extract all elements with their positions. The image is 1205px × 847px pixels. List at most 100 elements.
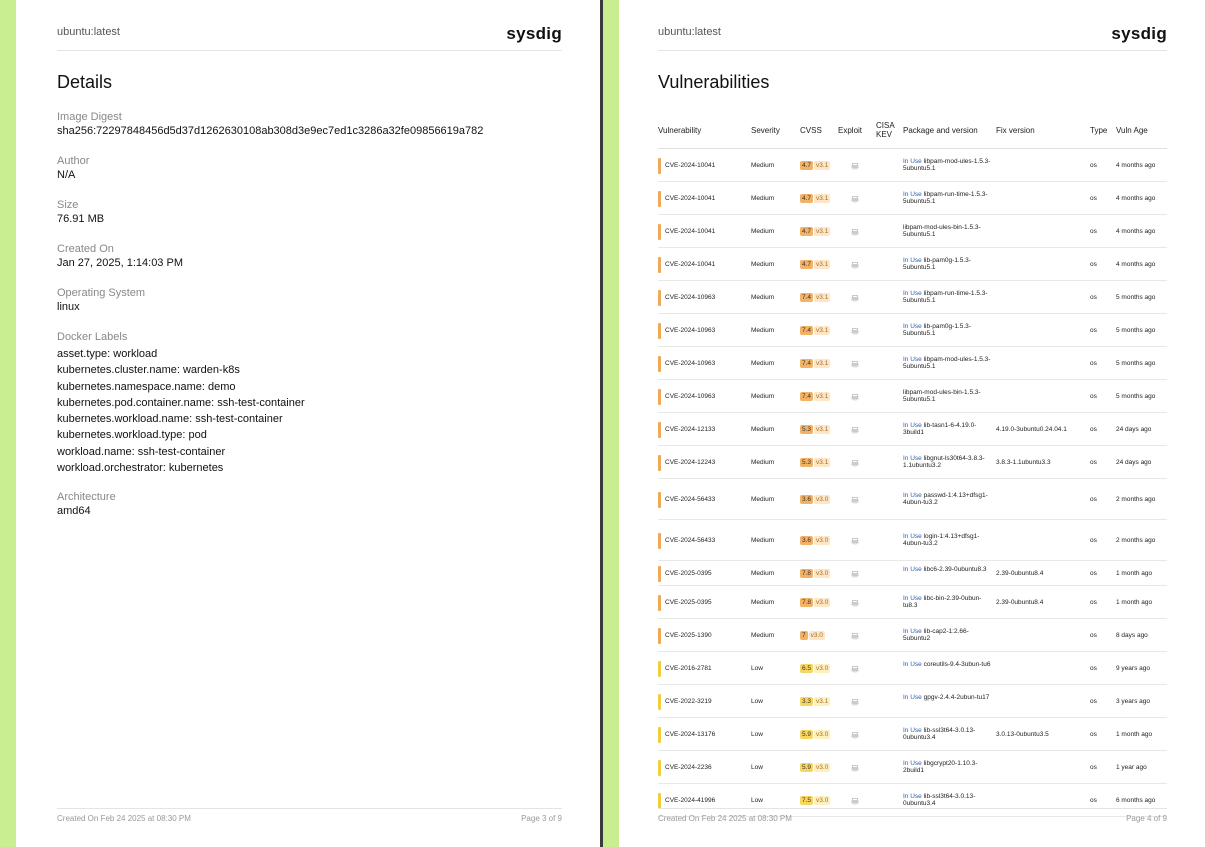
cvss-badge: 6.5 v3.0 [800,663,831,673]
severity-value: Medium [751,359,775,367]
cve-id: CVE-2024-2236 [665,763,712,771]
table-row: CVE-2022-3219 Low 3.3 v3.1 In Use gpgv-2.4.4… [658,685,1167,718]
severity-indicator [658,157,661,174]
field-label: Architecture [57,491,116,504]
cvss-score: 4.7 [800,160,814,170]
docker-label: kubernetes.pod.container.name: ssh-test-… [57,396,305,409]
exploit-icon [851,393,859,400]
exploit-icon [851,327,859,334]
field-label: Author [57,155,90,167]
cve-id: CVE-2024-13176 [665,730,716,738]
package-version: In Use lib-pam0g-1.5.3-5ubuntu5.1 [903,323,995,338]
exploit-icon [851,294,859,301]
severity-value: Medium [751,392,775,400]
in-use-badge: In Use [903,355,922,363]
exploit-icon [851,632,859,639]
cvss-badge: 7.8 v3.0 [800,568,831,578]
field-value: linux [57,301,80,313]
severity-indicator [658,322,661,339]
cvss-badge: 5.3 v3.1 [800,457,831,467]
cvss-score: 6.5 [800,663,814,673]
package-version: In Use login-1:4.13+dfsg1-4ubun-tu3.2 [903,533,995,548]
footer-created: Created On Feb 24 2025 at 08:30 PM [57,814,191,823]
severity-indicator [658,693,661,710]
cvss-version: v3.1 [814,358,831,368]
vuln-age: 2 months ago [1116,536,1156,544]
cvss-score: 7.4 [800,292,814,302]
cvss-badge: 5.3 v3.1 [800,424,831,434]
table-row: CVE-2024-12243 Medium 5.3 v3.1 In Use libgnu… [658,446,1167,479]
vulnerabilities-table: Vulnerability Severity CVSS Exploit CISA… [658,121,1167,817]
table-row: CVE-2024-10963 Medium 7.4 v3.1 In Use libpam… [658,347,1167,380]
severity-indicator [658,491,661,508]
in-use-badge: In Use [903,421,922,429]
docker-label: asset.type: workload [57,348,158,360]
vuln-age: 4 months ago [1116,227,1156,235]
package-version: In Use libpam-mod-ules-1.5.3-5ubuntu5.1 [903,158,995,173]
table-row: CVE-2024-10041 Medium 4.7 v3.1 In Use lib-pa… [658,248,1167,281]
cvss-badge: 7.8 v3.0 [800,597,831,607]
fix-version: 4.19.0-3ubuntu0.24.04.1 [996,425,1067,433]
cve-id: CVE-2024-10963 [665,293,716,301]
package-version: In Use gpgv-2.4.4-2ubun-tu17 [903,694,995,702]
package-version: In Use libpam-mod-ules-1.5.3-5ubuntu5.1 [903,356,995,371]
severity-indicator [658,594,661,611]
docker-label: workload.name: ssh-test-container [57,445,226,458]
package-name: libpam-mod-ules-bin-1.5.3-5ubuntu5.1 [903,388,981,404]
cve-id: CVE-2024-10041 [665,161,716,169]
table-row: CVE-2025-1390 Medium 7 v3.0 In Use lib-cap2-… [658,619,1167,652]
vuln-age: 5 months ago [1116,392,1156,400]
cvss-badge: 3.6 v3.0 [800,494,831,504]
cvss-badge: 7.4 v3.1 [800,358,831,368]
detail-field: Created On Jan 27, 2025, 1:14:03 PM [57,243,562,271]
fix-version: 3.8.3-1.1ubuntu3.3 [996,458,1051,466]
package-name: libc6-2.39-0ubuntu8.3 [923,565,987,573]
vuln-age: 4 months ago [1116,161,1156,169]
table-row: CVE-2025-0395 Medium 7.8 v3.0 In Use libc6-2… [658,561,1167,586]
exploit-icon [851,195,859,202]
field-value: N/A [57,169,76,181]
report-page-vulnerabilities: ubuntu:latest sysdig Vulnerabilities Vul… [603,0,1205,847]
severity-value: Medium [751,326,775,334]
package-name: gpgv-2.4.4-2ubun-tu17 [923,693,990,701]
vuln-age: 6 months ago [1116,796,1156,804]
severity-value: Low [751,763,763,771]
footer-page-number: Page 3 of 9 [521,814,562,823]
in-use-badge: In Use [903,491,922,499]
col-fix-version: Fix version [996,126,1035,135]
cvss-version: v3.1 [814,226,831,236]
severity-value: Medium [751,194,775,202]
cve-id: CVE-2024-10963 [665,326,716,334]
cve-id: CVE-2024-10963 [665,392,716,400]
col-cisa-kev: CISA KEV [876,121,895,139]
cvss-version: v3.0 [814,729,831,739]
in-use-badge: In Use [903,190,922,198]
severity-value: Medium [751,598,775,606]
table-row: CVE-2024-56433 Medium 3.6 v3.0 In Use login-… [658,520,1167,561]
in-use-badge: In Use [903,289,922,297]
vuln-age: 8 days ago [1116,631,1148,639]
fix-version: 2.39-0ubuntu8.4 [996,569,1044,577]
image-name: ubuntu:latest [658,26,721,38]
table-row: CVE-2016-2781 Low 6.5 v3.0 In Use coreutils-… [658,652,1167,685]
page-header: ubuntu:latest sysdig [57,22,562,51]
package-version: In Use libc-bin-2.39-0ubun-tu8.3 [903,595,995,610]
cvss-version: v3.1 [814,696,831,706]
fix-version: 3.0.13-0ubuntu3.5 [996,730,1049,738]
cvss-badge: 7.4 v3.1 [800,325,831,335]
cvss-version: v3.0 [808,630,825,640]
field-label: Operating System [57,287,146,299]
cvss-badge: 5.9 v3.0 [800,729,831,739]
col-exploit: Exploit [838,126,863,135]
cvss-version: v3.0 [814,597,831,607]
in-use-badge: In Use [903,256,922,264]
docker-label: kubernetes.cluster.name: warden-k8s [57,364,240,377]
in-use-badge: In Use [903,627,922,635]
package-version: In Use libgcrypt20-1.10.3-2build1 [903,760,995,775]
in-use-badge: In Use [903,759,922,767]
footer-created: Created On Feb 24 2025 at 08:30 PM [658,814,792,823]
package-version: In Use lib-pam0g-1.5.3-5ubuntu5.1 [903,257,995,272]
severity-indicator [658,355,661,372]
details-section: Image Digest sha256:72297848456d5d37d1262… [57,111,562,535]
severity-indicator [658,388,661,405]
